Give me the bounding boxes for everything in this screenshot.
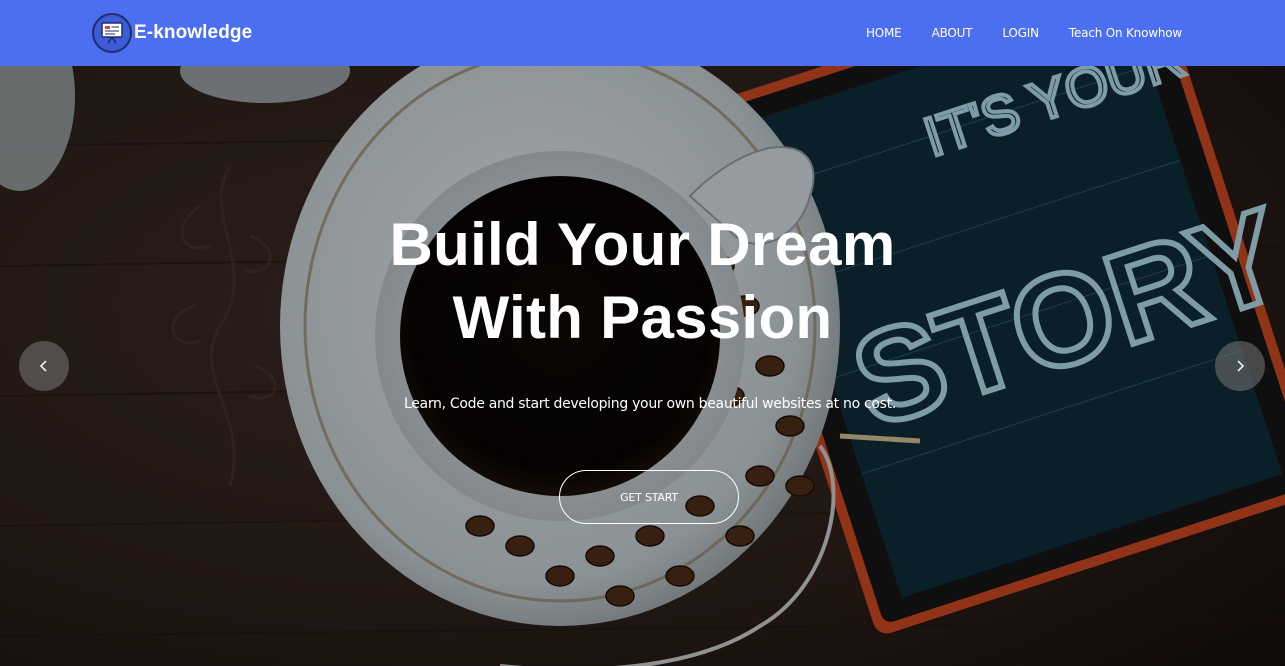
hero-overlay xyxy=(0,66,1285,666)
nav-link-teach[interactable]: Teach On Knowhow xyxy=(1069,26,1182,40)
brand-link[interactable]: E-knowledge xyxy=(92,12,252,54)
get-start-button[interactable]: GET START xyxy=(559,470,739,524)
hero-carousel: STORY IT'S YOUR Build Your Dream With Pa… xyxy=(0,66,1285,666)
hero-subtitle: Learn, Code and start developing your ow… xyxy=(403,396,897,412)
hero-title: Build Your Dream With Passion xyxy=(0,208,1285,354)
chevron-left-icon xyxy=(39,360,47,372)
hero-title-line-2: With Passion xyxy=(452,284,833,351)
nav-links: HOME ABOUT LOGIN Teach On Knowhow xyxy=(836,0,1182,66)
nav-link-about[interactable]: ABOUT xyxy=(932,26,973,40)
presentation-board-icon xyxy=(92,13,132,53)
carousel-prev-button[interactable] xyxy=(19,341,69,391)
chevron-right-icon xyxy=(1237,360,1245,372)
top-navbar: E-knowledge HOME ABOUT LOGIN Teach On Kn… xyxy=(0,0,1285,66)
hero-title-line-1: Build Your Dream xyxy=(389,211,896,278)
nav-link-home[interactable]: HOME xyxy=(866,26,902,40)
brand-name: E-knowledge xyxy=(134,22,253,43)
carousel-next-button[interactable] xyxy=(1215,341,1265,391)
nav-link-login[interactable]: LOGIN xyxy=(1002,26,1039,40)
